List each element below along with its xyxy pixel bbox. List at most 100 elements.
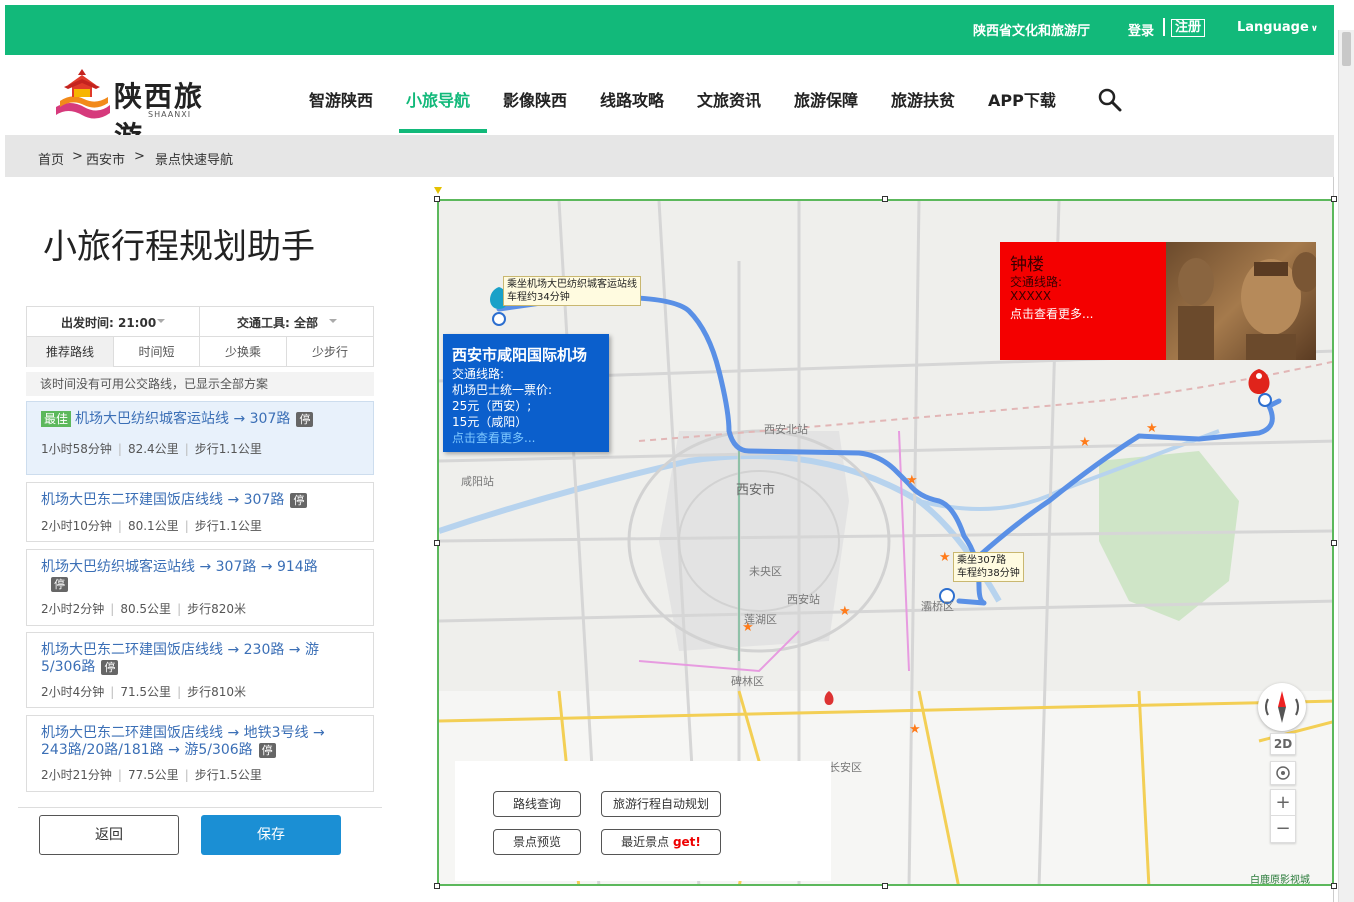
auto-plan-button[interactable]: 旅游行程自动规划 (601, 791, 721, 817)
resize-handle[interactable] (1331, 540, 1337, 546)
depart-time-label: 出发时间: 21:00 (61, 316, 157, 330)
resize-handle[interactable] (882, 883, 888, 889)
logo-subtext: SHAANXI (148, 110, 192, 119)
stop-badge: 停 (258, 743, 276, 758)
route-time: 2小时21分钟 (41, 768, 112, 782)
popup-more-link[interactable]: 点击查看更多... (1010, 305, 1093, 322)
map-label-xian-north: 西安北站 (764, 423, 808, 436)
map-action-panel: 路线查询 旅游行程自动规划 景点预览 最近景点 get! (455, 761, 831, 881)
route-query-button[interactable]: 路线查询 (493, 791, 581, 817)
route-walk: 步行1.1公里 (194, 442, 262, 456)
route-name: 机场大巴纺织城客运站线 → 307路 (75, 411, 291, 427)
zoom-in-button[interactable]: + (1271, 790, 1295, 816)
route-map[interactable]: ★ ★ ★ ★ ★ ★ ★ 西安市 未央区 莲湖区 碑林区 灞桥区 西安北站 西… (437, 199, 1334, 886)
route-option[interactable]: 最佳 机场大巴纺织城客运站线 → 307路停 1小时58分钟 | 82.4公里 | 步行1… (26, 401, 374, 475)
popup-line: 机场巴士统一票价: (452, 383, 553, 397)
route-notice: 该时间没有可用公交路线，已显示全部方案 (26, 372, 374, 396)
svg-text:★: ★ (906, 473, 918, 488)
popup-more-link[interactable]: 点击查看更多... (452, 429, 535, 446)
route-option[interactable]: 机场大巴东二环建国饭店线线 → 地铁3号线 → 243路/20路/181路 → … (26, 715, 374, 792)
nav-item-xianlu[interactable]: 线路攻略 (600, 87, 664, 111)
tab-recommended[interactable]: 推荐路线 (27, 337, 114, 367)
map-mode-2d-button[interactable]: 2D (1270, 733, 1296, 755)
tooltip-line: 车程约38分钟 (957, 568, 1020, 579)
tab-least-walking[interactable]: 少步行 (287, 337, 373, 367)
resize-handle[interactable] (434, 540, 440, 546)
map-label-beilin: 碑林区 (731, 675, 764, 688)
nav-item-xiaolv[interactable]: 小旅导航 (406, 87, 470, 111)
nearest-label: 最近景点 (621, 835, 670, 849)
bell-tower-info-popup[interactable]: 钟楼 交通线路: XXXXX 点击查看更多... (1000, 242, 1316, 360)
login-link[interactable]: 登录 (1128, 20, 1154, 39)
route-option[interactable]: 机场大巴东二环建国饭店线线 → 230路 → 游5/306路停 2小时4分钟 | 7… (26, 632, 374, 708)
resize-handle[interactable] (1331, 196, 1337, 202)
nearest-spot-button[interactable]: 最近景点 get! (601, 829, 721, 855)
get-label: get! (672, 835, 701, 849)
route-name: 机场大巴东二环建国饭店线线 → 地铁3号线 → 243路/20路/181路 → … (41, 725, 325, 758)
svg-text:★: ★ (1079, 435, 1091, 450)
nav-item-wenlv[interactable]: 文旅资讯 (697, 87, 761, 111)
site-logo[interactable]: 陕西旅游 SHAANXI (50, 63, 230, 153)
resize-handle[interactable] (434, 196, 440, 202)
popup-line: 25元（西安）; (452, 399, 532, 413)
locate-icon (1276, 766, 1290, 780)
back-button[interactable]: 返回 (39, 815, 179, 855)
tooltip-line: 车程约34分钟 (507, 292, 570, 303)
transport-select[interactable]: 交通工具: 全部 (201, 307, 373, 336)
resize-handle[interactable] (1331, 883, 1337, 889)
map-label-weiyang: 未央区 (749, 565, 782, 578)
svg-text:★: ★ (1146, 421, 1158, 436)
language-dropdown[interactable]: Language ∨ (1237, 20, 1318, 35)
map-label-xian-station: 西安站 (787, 593, 820, 606)
popup-line: 15元（咸阳） (452, 415, 528, 429)
register-link[interactable]: 注册 (1171, 19, 1206, 37)
route-walk: 步行820米 (187, 602, 247, 616)
nav-item-app[interactable]: APP下载 (988, 87, 1056, 111)
route-distance: 80.5公里 (120, 602, 172, 616)
route-name: 机场大巴东二环建国饭店线线 → 307路 (41, 492, 285, 508)
selection-anchor-icon (434, 187, 442, 194)
nav-item-yingxiang[interactable]: 影像陕西 (503, 87, 567, 111)
breadcrumb-city[interactable]: 西安市 (86, 149, 125, 168)
preview-button[interactable]: 景点预览 (493, 829, 581, 855)
route-option[interactable]: 机场大巴东二环建国饭店线线 → 307路停 2小时10分钟 | 80.1公里 | 步行1… (26, 482, 374, 542)
breadcrumb-sep: > (134, 149, 145, 164)
nav-item-baozhang[interactable]: 旅游保障 (794, 87, 858, 111)
route-tooltip: 乘坐机场大巴纺织城客运站线 车程约34分钟 (503, 276, 641, 306)
popup-title: 钟楼 (1010, 255, 1044, 275)
svg-text:★: ★ (939, 550, 951, 565)
svg-text:★: ★ (839, 604, 851, 619)
planner-panel: 小旅行程规划助手 出发时间: 21:00 交通工具: 全部 推荐路线 时间短 少… (5, 177, 425, 902)
ministry-link[interactable]: 陕西省文化和旅游厅 (973, 20, 1090, 39)
page-scrollbar[interactable] (1338, 30, 1354, 902)
breadcrumb: 首页 > 西安市 > 景点快速导航 (5, 135, 1334, 177)
route-distance: 80.1公里 (127, 519, 179, 533)
map-label-xian: 西安市 (736, 483, 776, 498)
locate-button[interactable] (1270, 761, 1296, 785)
breadcrumb-home[interactable]: 首页 (38, 149, 64, 168)
airport-info-popup[interactable]: 西安市咸阳国际机场 交通线路: 机场巴士统一票价: 25元（西安）; 15元（咸… (443, 334, 609, 452)
header: 陕西旅游 SHAANXI 智游陕西 小旅导航 影像陕西 线路攻略 文旅资讯 旅游… (5, 55, 1334, 153)
nav-active-indicator (399, 129, 487, 133)
nav-item-zhiyou[interactable]: 智游陕西 (309, 87, 373, 111)
scrollbar-thumb[interactable] (1342, 32, 1351, 66)
popup-title: 西安市咸阳国际机场 (452, 346, 588, 364)
route-distance: 77.5公里 (127, 768, 179, 782)
resize-handle[interactable] (434, 883, 440, 889)
zoom-control: + − (1270, 789, 1296, 843)
route-time: 1小时58分钟 (41, 442, 112, 456)
route-name: 机场大巴纺织城客运站线 → 307路 → 914路 (41, 559, 318, 575)
compass-icon[interactable] (1258, 683, 1306, 731)
save-button[interactable]: 保存 (201, 815, 341, 855)
zoom-out-button[interactable]: − (1271, 816, 1295, 842)
divider (18, 807, 382, 808)
depart-time-select[interactable]: 出发时间: 21:00 (27, 307, 200, 336)
resize-handle[interactable] (882, 196, 888, 202)
route-option[interactable]: 机场大巴纺织城客运站线 → 307路 → 914路停 2小时2分钟 | 80.5公里… (26, 549, 374, 626)
search-icon[interactable] (1098, 88, 1122, 112)
route-time: 2小时10分钟 (41, 519, 112, 533)
tab-fewest-transfers[interactable]: 少换乘 (200, 337, 287, 367)
route-name: 机场大巴东二环建国饭店线线 → 230路 → 游5/306路 (41, 642, 319, 675)
tab-shortest-time[interactable]: 时间短 (114, 337, 200, 367)
nav-item-fupin[interactable]: 旅游扶贫 (891, 87, 955, 111)
